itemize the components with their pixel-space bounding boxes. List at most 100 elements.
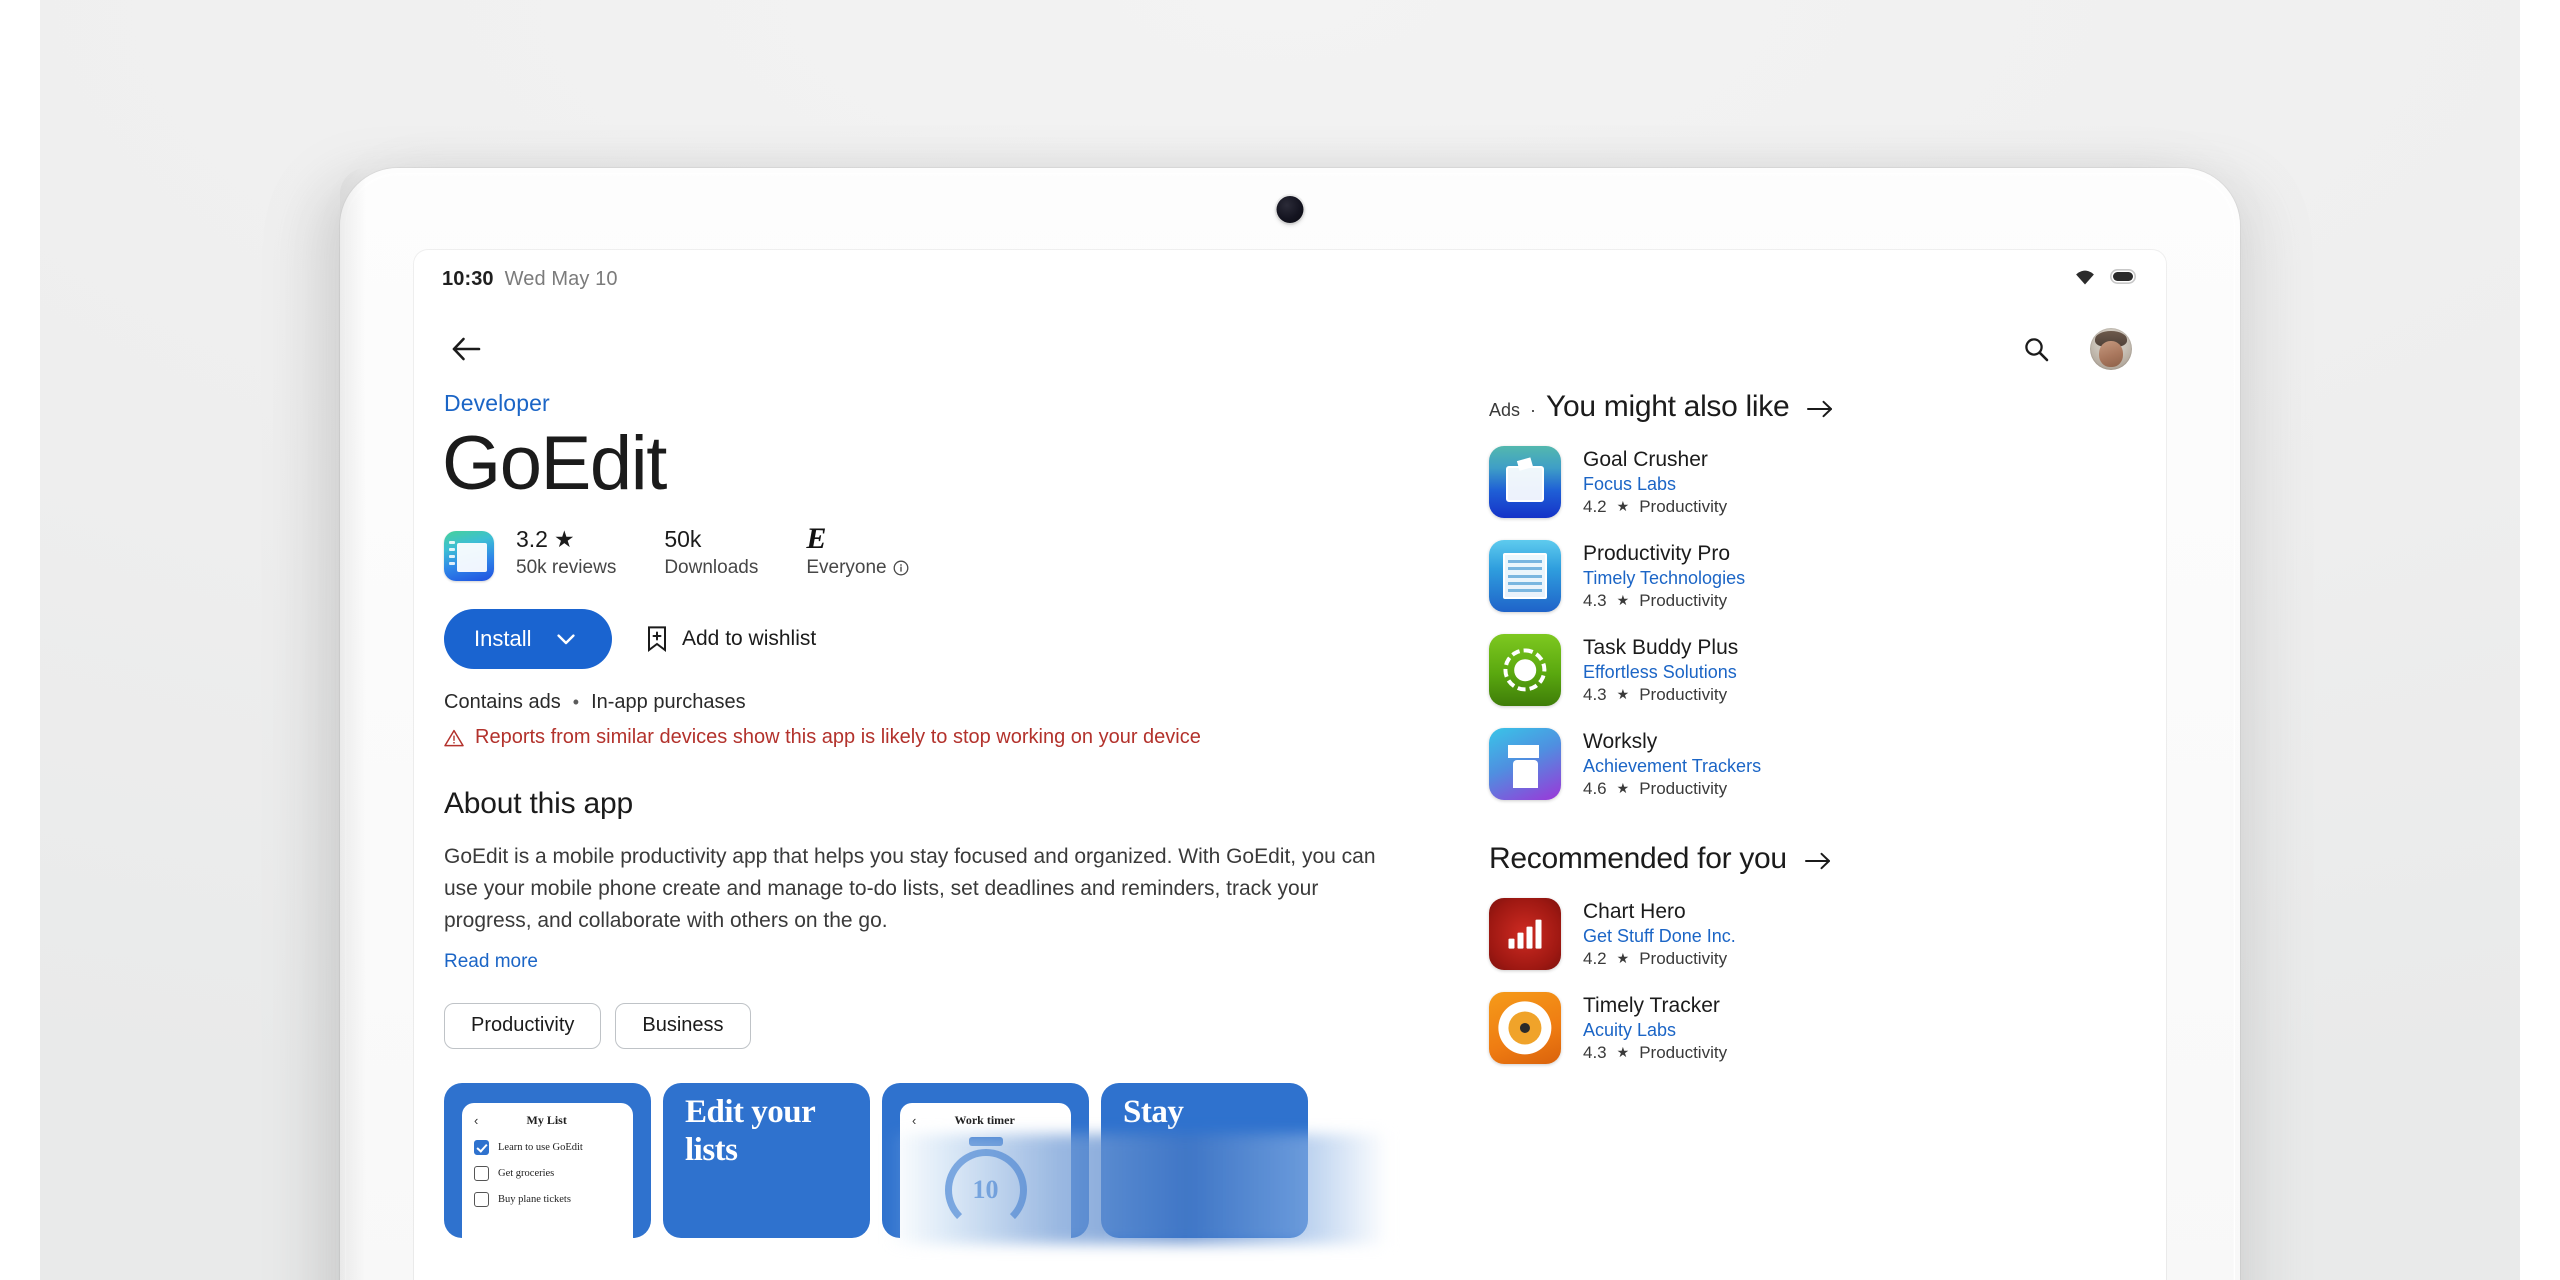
status-date: Wed May 10	[504, 267, 618, 290]
list-item-meta: Productivity Pro Timely Technologies 4.3…	[1583, 542, 1745, 611]
content-rating-stat: E Everyone	[806, 522, 909, 579]
downloads-stat: 50k Downloads	[664, 523, 758, 579]
screenshot-thumbnail[interactable]: Stay	[1101, 1082, 1308, 1238]
app-category: Productivity	[1639, 948, 1728, 968]
todo-label: Get groceries	[498, 1167, 555, 1179]
wishlist-label: Add to wishlist	[682, 627, 817, 651]
app-rating: 4.3	[1583, 590, 1607, 610]
info-icon[interactable]	[893, 560, 909, 576]
rating-value: 3.2	[516, 525, 548, 552]
list-item[interactable]: Productivity Pro Timely Technologies 4.3…	[1489, 540, 2126, 612]
list-item[interactable]: Task Buddy Plus Effortless Solutions 4.3…	[1489, 634, 2126, 706]
gear-icon	[1514, 659, 1536, 681]
app-detail-column: Developer GoEdit 3.2 ★ 50k reviews 50k D…	[414, 390, 1477, 1280]
chip-business[interactable]: Business	[615, 1002, 751, 1049]
search-button[interactable]	[2012, 325, 2060, 373]
app-name: Timely Tracker	[1583, 993, 1720, 1017]
screenshot-headline: Stay	[1123, 1093, 1184, 1130]
screenshots-carousel[interactable]: ‹ My List Learn to use GoEdit Get grocer	[444, 1082, 1437, 1238]
ads-label: Ads	[1489, 400, 1521, 420]
app-icon-bar	[448, 562, 455, 565]
checkbox-icon	[474, 1191, 489, 1207]
app-developer[interactable]: Focus Labs	[1583, 474, 1727, 495]
list-item[interactable]: Worksly Achievement Trackers 4.6 ★ Produ…	[1489, 728, 2126, 800]
screenshot-headline: Edit your lists	[685, 1093, 815, 1169]
app-icon-bar	[448, 541, 455, 544]
star-icon: ★	[1616, 950, 1630, 966]
app-rating: 4.3	[1583, 684, 1607, 704]
list-item[interactable]: Goal Crusher Focus Labs 4.2 ★ Productivi…	[1489, 446, 2126, 518]
wifi-icon	[2074, 269, 2096, 290]
install-label: Install	[474, 626, 532, 652]
screenshot-header: ‹ My List	[474, 1113, 621, 1128]
reviews-count: 50k reviews	[516, 557, 617, 579]
document-line	[1507, 560, 1543, 564]
add-to-wishlist-button[interactable]: Add to wishlist	[646, 626, 817, 653]
app-category: Productivity	[1639, 684, 1728, 704]
app-stats: 4.2 ★ Productivity	[1583, 497, 1727, 517]
todo-item: Get groceries	[474, 1165, 621, 1181]
arrow-right-icon[interactable]	[1807, 400, 1833, 423]
about-heading: About this app	[444, 787, 634, 821]
app-category: Productivity	[1639, 778, 1728, 798]
flag-icon	[1507, 745, 1540, 759]
page-root: 10:30 Wed May 10 Developer GoEdit 3.2 ★ …	[0, 0, 2560, 1280]
developer-link[interactable]: Developer	[444, 390, 550, 416]
ads-section-header[interactable]: Ads · You might also like	[1489, 390, 2126, 424]
app-icon	[444, 531, 494, 582]
read-more-link[interactable]: Read more	[444, 951, 538, 973]
recommended-section-header[interactable]: Recommended for you	[1489, 842, 2126, 876]
app-stats: 4.3 ★ Productivity	[1583, 591, 1745, 611]
app-developer[interactable]: Achievement Trackers	[1583, 756, 1761, 777]
list-item[interactable]: Timely Tracker Acuity Labs 4.3 ★ Product…	[1489, 992, 2126, 1064]
back-button[interactable]	[440, 323, 492, 375]
app-developer[interactable]: Effortless Solutions	[1583, 662, 1738, 683]
app-icon-document	[457, 543, 487, 573]
chevron-down-icon[interactable]	[557, 633, 576, 645]
page-right-band	[2520, 0, 2560, 1280]
screenshot-thumbnail[interactable]: ‹ Work timer 10	[882, 1082, 1089, 1238]
app-thumbnail-productivity-pro	[1489, 540, 1561, 612]
page-title: GoEdit	[442, 421, 667, 506]
todo-item: Learn to use GoEdit	[474, 1139, 621, 1155]
section-title-you-might-also-like: You might also like	[1546, 390, 1790, 423]
checkbox-icon	[474, 1165, 489, 1181]
chip-productivity[interactable]: Productivity	[444, 1002, 602, 1049]
app-name: Productivity Pro	[1583, 541, 1731, 565]
content-rating-label: Everyone	[806, 557, 887, 579]
warning-text: Reports from similar devices show this a…	[475, 726, 1201, 749]
app-developer[interactable]: Get Stuff Done Inc.	[1583, 926, 1736, 947]
recommendations-column: Ads · You might also like Goal Crusher F…	[1477, 390, 2166, 1280]
app-developer[interactable]: Acuity Labs	[1583, 1020, 1727, 1041]
app-name: Worksly	[1583, 729, 1658, 753]
list-item-meta: Timely Tracker Acuity Labs 4.3 ★ Product…	[1583, 994, 1727, 1063]
rating-stat: 3.2 ★ 50k reviews	[516, 523, 616, 579]
app-meta-line: Contains ads • In-app purchases	[444, 691, 1437, 714]
chevron-left-icon: ‹	[474, 1112, 479, 1128]
status-bar: 10:30 Wed May 10	[414, 250, 2166, 308]
screenshot-thumbnail[interactable]: Edit your lists	[663, 1082, 870, 1238]
status-time: 10:30	[442, 267, 494, 290]
content-area: Developer GoEdit 3.2 ★ 50k reviews 50k D…	[414, 390, 2166, 1280]
app-category: Productivity	[1639, 1042, 1728, 1062]
screenshot-thumbnail[interactable]: ‹ My List Learn to use GoEdit Get grocer	[444, 1082, 651, 1238]
star-icon: ★	[1616, 498, 1630, 514]
app-thumbnail-task-buddy-plus	[1489, 634, 1561, 706]
install-button[interactable]: Install	[444, 609, 612, 670]
list-item-meta: Task Buddy Plus Effortless Solutions 4.3…	[1583, 636, 1738, 705]
app-name: Chart Hero	[1583, 899, 1686, 923]
esrb-everyone-icon: E	[806, 522, 827, 556]
list-item[interactable]: Chart Hero Get Stuff Done Inc. 4.2 ★ Pro…	[1489, 898, 2126, 970]
app-category: Productivity	[1639, 590, 1728, 610]
app-icon-bar	[448, 555, 455, 558]
app-thumbnail-timely-tracker	[1489, 992, 1561, 1064]
star-icon: ★	[1616, 592, 1630, 608]
document-line	[1507, 588, 1543, 592]
install-actions-row: Install Add to wishlist	[444, 609, 1437, 670]
app-developer[interactable]: Timely Technologies	[1583, 568, 1745, 589]
star-icon: ★	[1616, 1044, 1630, 1060]
app-stats: 4.6 ★ Productivity	[1583, 779, 1761, 799]
avatar[interactable]	[2090, 328, 2132, 370]
arrow-right-icon[interactable]	[1804, 852, 1831, 875]
app-top-bar	[414, 308, 2166, 390]
